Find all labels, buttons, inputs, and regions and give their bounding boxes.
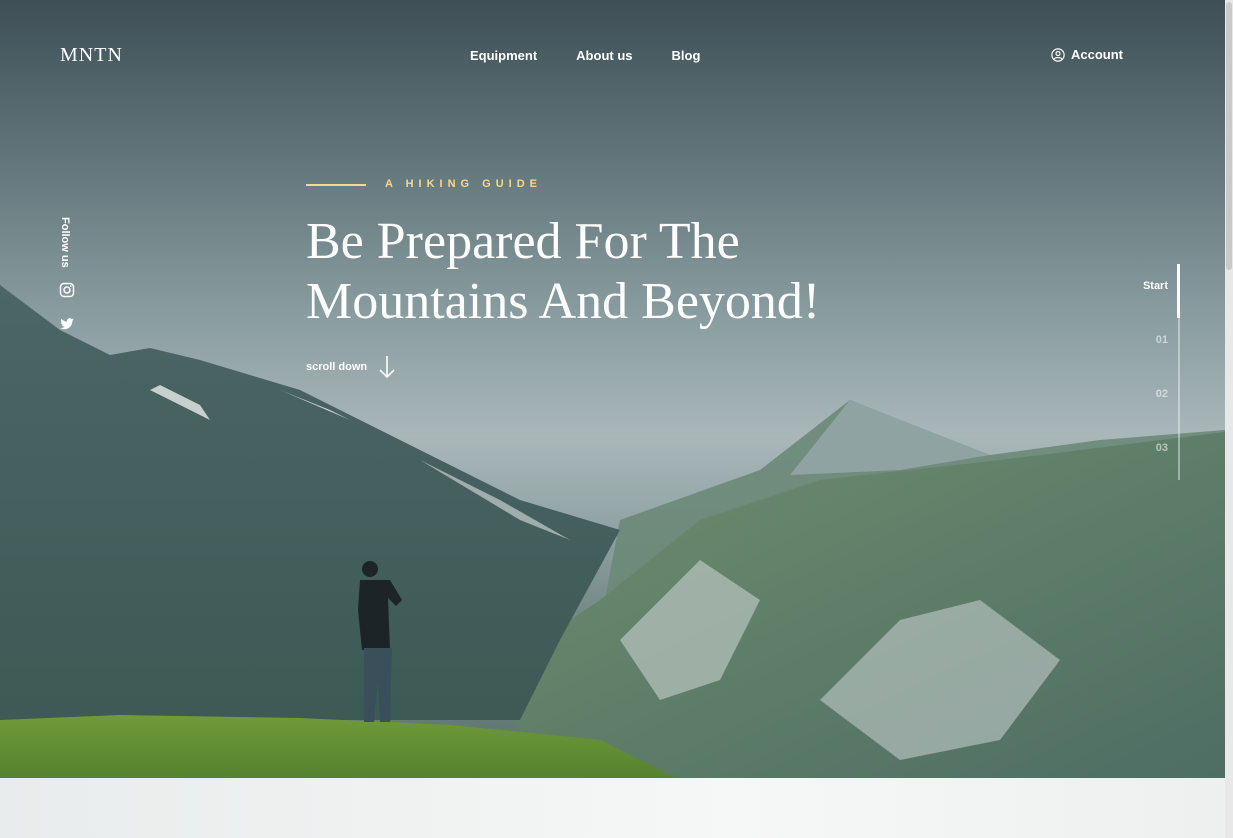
- hero-title-line-2: Mountains And Beyond!: [306, 273, 821, 330]
- next-section-preview: [0, 778, 1225, 838]
- nav-item-equipment[interactable]: Equipment: [470, 48, 537, 63]
- step-01[interactable]: 01: [1143, 334, 1168, 388]
- user-circle-icon: [1051, 47, 1065, 62]
- step-03[interactable]: 03: [1143, 442, 1168, 496]
- nav-item-about-us[interactable]: About us: [576, 48, 632, 63]
- logo[interactable]: MNTN: [60, 44, 123, 67]
- arrow-down-icon: [379, 356, 395, 379]
- mountain-landscape-image: [0, 285, 1225, 838]
- scrollbar-track[interactable]: [1225, 0, 1233, 838]
- main-nav: Equipment About us Blog: [470, 48, 700, 63]
- account-label: Account: [1071, 47, 1123, 62]
- instagram-icon[interactable]: [59, 282, 75, 298]
- hero-section: [0, 0, 1225, 838]
- follow-us-label: Follow us: [59, 217, 71, 268]
- step-start[interactable]: Start: [1143, 280, 1168, 334]
- nav-item-blog[interactable]: Blog: [672, 48, 701, 63]
- twitter-icon[interactable]: [59, 316, 75, 332]
- hero-title-line-1: Be Prepared For The: [306, 213, 740, 270]
- scroll-down-label: scroll down: [306, 361, 368, 373]
- step-02[interactable]: 02: [1143, 388, 1168, 442]
- scrollbar-thumb[interactable]: [1226, 2, 1232, 270]
- account-link[interactable]: Account: [1051, 47, 1123, 62]
- hero-eyebrow: A HIKING GUIDE: [385, 178, 542, 190]
- step-progress-indicator: [1177, 264, 1180, 318]
- scroll-down-link[interactable]: scroll down: [306, 355, 395, 379]
- hero-title: Be Prepared For The Mountains And Beyond…: [306, 212, 926, 332]
- eyebrow-divider: [306, 184, 366, 186]
- section-steps: Start 01 02 03: [1143, 280, 1168, 496]
